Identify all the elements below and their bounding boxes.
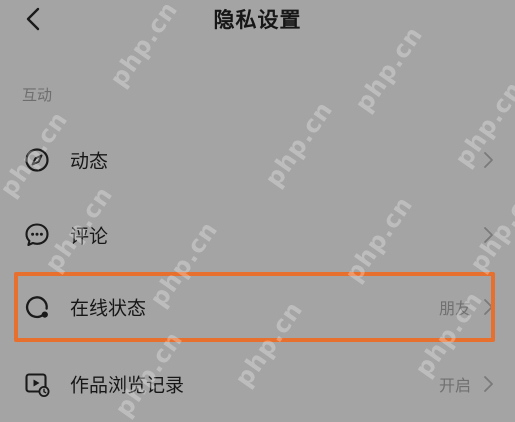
video-history-icon: [25, 373, 50, 397]
chevron-right-icon: [484, 152, 493, 168]
setting-value: 开启: [438, 376, 471, 395]
setting-label: 作品浏览记录: [70, 374, 185, 397]
setting-row-view-history[interactable]: 作品浏览记录 开启: [0, 357, 515, 411]
page-title: 隐私设置: [213, 8, 302, 32]
chevron-right-icon: [484, 376, 493, 392]
chevron-right-icon: [484, 227, 493, 243]
setting-row-dynamics[interactable]: 动态: [0, 133, 515, 187]
chat-bubble-icon: [25, 223, 49, 247]
nav-header: 隐私设置: [0, 0, 515, 36]
compass-icon: [25, 148, 49, 172]
section-label: 互动: [22, 86, 53, 104]
setting-label: 评论: [70, 225, 109, 248]
highlight-box: [14, 272, 495, 342]
setting-row-comments[interactable]: 评论: [0, 208, 515, 262]
setting-label: 动态: [70, 150, 109, 173]
